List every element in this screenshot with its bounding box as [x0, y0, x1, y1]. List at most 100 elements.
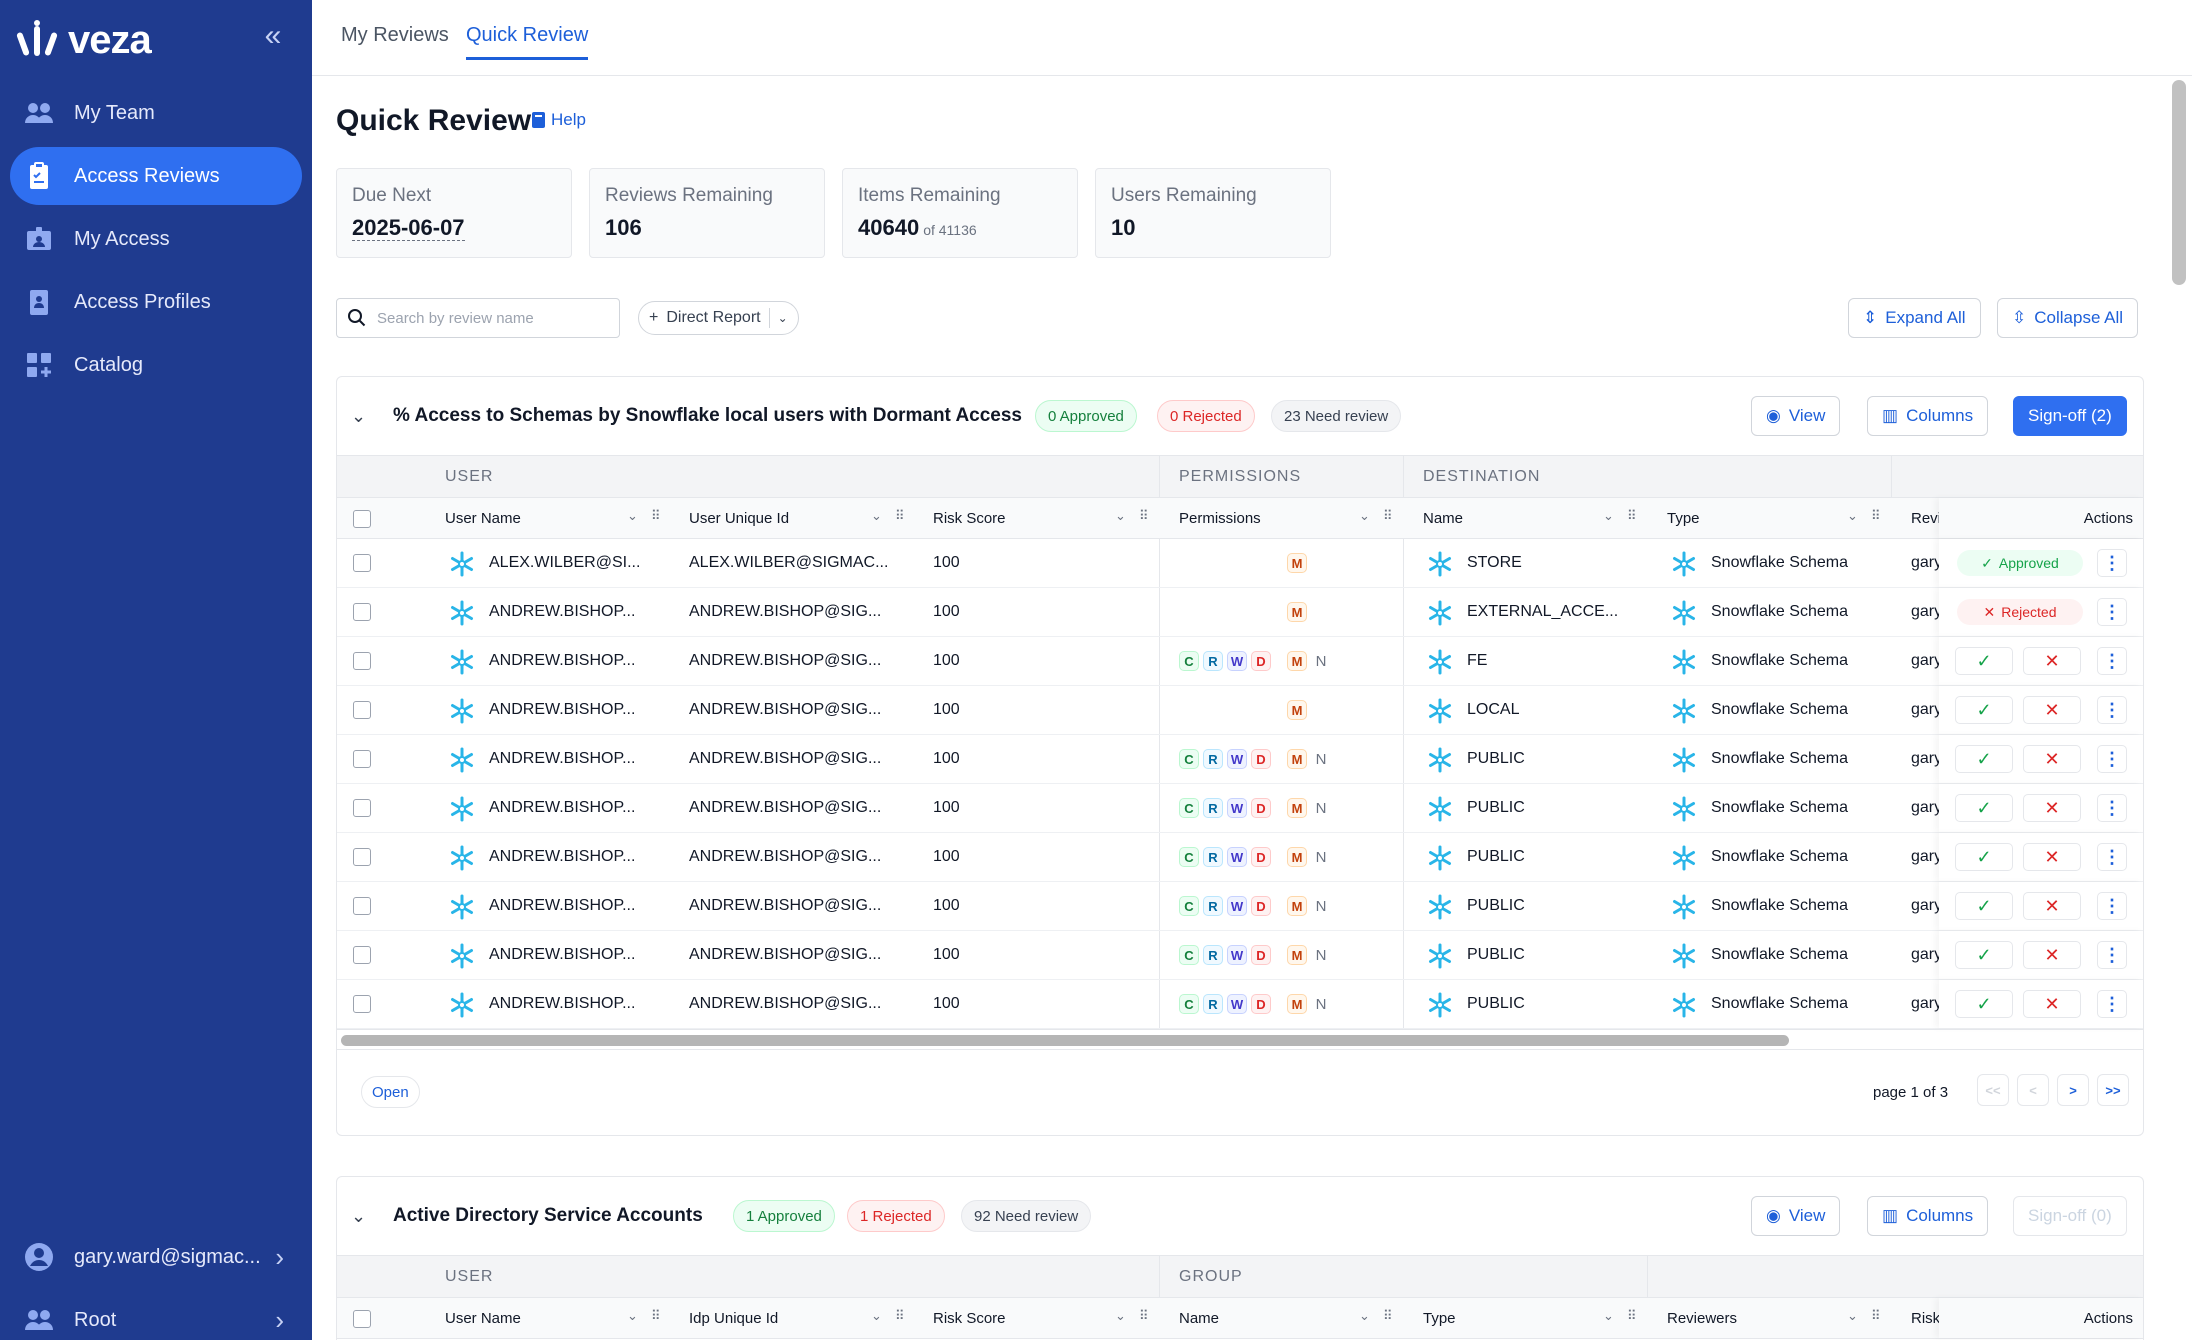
more-actions-icon[interactable]: ⋮: [2097, 696, 2127, 724]
rejected-count-badge[interactable]: 0 Rejected: [1157, 400, 1255, 432]
table-row[interactable]: ANDREW.BISHOP... ANDREW.BISHOP@SIG... 100 C…: [337, 637, 2143, 686]
destination-name-cell[interactable]: FE: [1467, 652, 1487, 670]
user-name-cell[interactable]: ANDREW.BISHOP...: [489, 799, 635, 817]
col-user-unique-id[interactable]: User Unique Id: [689, 510, 789, 527]
search-input[interactable]: [377, 309, 597, 327]
sort-chevron-icon[interactable]: ⌄: [1847, 508, 1858, 524]
reject-button[interactable]: ✕: [2023, 696, 2081, 724]
more-actions-icon[interactable]: ⋮: [2097, 941, 2127, 969]
help-link[interactable]: Help: [532, 110, 586, 130]
columns-button[interactable]: ▥ Columns: [1867, 1196, 1989, 1236]
view-button[interactable]: ◉ View: [1751, 396, 1841, 436]
col-type[interactable]: Type: [1667, 510, 1700, 527]
table-row[interactable]: ANDREW.BISHOP... ANDREW.BISHOP@SIG... 100 C…: [337, 784, 2143, 833]
row-checkbox[interactable]: [353, 946, 371, 964]
more-actions-icon[interactable]: ⋮: [2097, 843, 2127, 871]
more-actions-icon[interactable]: ⋮: [2097, 990, 2127, 1018]
page-scrollbar[interactable]: [2172, 80, 2186, 285]
more-actions-icon[interactable]: ⋮: [2097, 745, 2127, 773]
row-checkbox[interactable]: [353, 603, 371, 621]
destination-name-cell[interactable]: PUBLIC: [1467, 946, 1525, 964]
chevron-down-icon[interactable]: ⌄: [351, 1206, 366, 1227]
col-reviewers[interactable]: Reviewers: [1667, 1310, 1737, 1327]
need-review-badge[interactable]: 92 Need review: [961, 1200, 1092, 1232]
chevron-down-icon[interactable]: ⌄: [778, 311, 788, 325]
approve-button[interactable]: ✓: [1955, 794, 2013, 822]
user-name-cell[interactable]: ANDREW.BISHOP...: [489, 652, 635, 670]
columns-button[interactable]: ▥ Columns: [1867, 396, 1989, 436]
destination-name-cell[interactable]: LOCAL: [1467, 701, 1519, 719]
sort-chevron-icon[interactable]: ⌄: [1603, 1308, 1614, 1324]
sidebar-item-my-team[interactable]: My Team: [10, 84, 302, 142]
drag-handle-icon[interactable]: ⠿: [651, 1308, 661, 1324]
tab-my-reviews[interactable]: My Reviews: [341, 24, 449, 57]
sort-chevron-icon[interactable]: ⌄: [1847, 1308, 1858, 1324]
first-page-button[interactable]: <<: [1977, 1074, 2009, 1106]
col-name[interactable]: Name: [1179, 1310, 1219, 1327]
drag-handle-icon[interactable]: ⠿: [895, 1308, 905, 1324]
sort-chevron-icon[interactable]: ⌄: [1115, 508, 1126, 524]
drag-handle-icon[interactable]: ⠿: [1139, 1308, 1149, 1324]
user-name-cell[interactable]: ANDREW.BISHOP...: [489, 848, 635, 866]
row-checkbox[interactable]: [353, 554, 371, 572]
destination-name-cell[interactable]: PUBLIC: [1467, 995, 1525, 1013]
row-checkbox[interactable]: [353, 995, 371, 1013]
drag-handle-icon[interactable]: ⠿: [1871, 1308, 1881, 1324]
col-user-name[interactable]: User Name: [445, 1310, 521, 1327]
user-name-cell[interactable]: ANDREW.BISHOP...: [489, 897, 635, 915]
view-button[interactable]: ◉ View: [1751, 1196, 1841, 1236]
destination-name-cell[interactable]: PUBLIC: [1467, 848, 1525, 866]
user-menu[interactable]: gary.ward@sigmac... ›: [10, 1231, 302, 1283]
sidebar-item-my-access[interactable]: My Access: [10, 210, 302, 268]
col-user-name[interactable]: User Name: [445, 510, 521, 527]
col-type[interactable]: Type: [1423, 1310, 1456, 1327]
approved-count-badge[interactable]: 1 Approved: [733, 1200, 835, 1232]
destination-name-cell[interactable]: PUBLIC: [1467, 799, 1525, 817]
col-risk-score[interactable]: Risk Score: [933, 1310, 1006, 1327]
drag-handle-icon[interactable]: ⠿: [1139, 508, 1149, 524]
reject-button[interactable]: ✕: [2023, 745, 2081, 773]
row-checkbox[interactable]: [353, 652, 371, 670]
table-row[interactable]: ANDREW.BISHOP... ANDREW.BISHOP@SIG... 100 C…: [337, 735, 2143, 784]
table-row[interactable]: ALEX.WILBER@SI... ALEX.WILBER@SIGMAC... 10…: [337, 539, 2143, 588]
destination-name-cell[interactable]: EXTERNAL_ACCE...: [1467, 603, 1618, 621]
org-menu[interactable]: Root ›: [10, 1294, 302, 1340]
drag-handle-icon[interactable]: ⠿: [895, 508, 905, 524]
direct-report-filter[interactable]: + Direct Report ⌄: [638, 301, 799, 335]
drag-handle-icon[interactable]: ⠿: [1871, 508, 1881, 524]
approved-count-badge[interactable]: 0 Approved: [1035, 400, 1137, 432]
user-name-cell[interactable]: ALEX.WILBER@SI...: [489, 554, 640, 572]
col-reviewer[interactable]: Revi: [1911, 510, 1941, 527]
more-actions-icon[interactable]: ⋮: [2097, 892, 2127, 920]
next-page-button[interactable]: >: [2057, 1074, 2089, 1106]
approve-button[interactable]: ✓: [1955, 696, 2013, 724]
sidebar-item-access-profiles[interactable]: Access Profiles: [10, 273, 302, 331]
more-actions-icon[interactable]: ⋮: [2097, 794, 2127, 822]
tab-quick-review[interactable]: Quick Review: [466, 24, 589, 60]
sort-chevron-icon[interactable]: ⌄: [1359, 508, 1370, 524]
user-name-cell[interactable]: ANDREW.BISHOP...: [489, 603, 635, 621]
collapse-sidebar-icon[interactable]: «: [258, 20, 288, 54]
col-risk[interactable]: Risk: [1911, 1310, 1940, 1327]
reject-button[interactable]: ✕: [2023, 941, 2081, 969]
row-checkbox[interactable]: [353, 799, 371, 817]
col-name[interactable]: Name: [1423, 510, 1463, 527]
approve-button[interactable]: ✓: [1955, 941, 2013, 969]
rejected-count-badge[interactable]: 1 Rejected: [847, 1200, 945, 1232]
col-idp-unique-id[interactable]: Idp Unique Id: [689, 1310, 778, 1327]
col-permissions[interactable]: Permissions: [1179, 510, 1261, 527]
sidebar-item-catalog[interactable]: Catalog: [10, 336, 302, 394]
select-all-checkbox[interactable]: [353, 1310, 371, 1328]
collapse-all-button[interactable]: ⇳ Collapse All: [1997, 298, 2139, 338]
approve-button[interactable]: ✓: [1955, 843, 2013, 871]
drag-handle-icon[interactable]: ⠿: [1383, 1308, 1393, 1324]
destination-name-cell[interactable]: PUBLIC: [1467, 897, 1525, 915]
sort-chevron-icon[interactable]: ⌄: [871, 1308, 882, 1324]
prev-page-button[interactable]: <: [2017, 1074, 2049, 1106]
drag-handle-icon[interactable]: ⠿: [651, 508, 661, 524]
sort-chevron-icon[interactable]: ⌄: [627, 508, 638, 524]
sort-chevron-icon[interactable]: ⌄: [627, 1308, 638, 1324]
approve-button[interactable]: ✓: [1955, 745, 2013, 773]
last-page-button[interactable]: >>: [2097, 1074, 2129, 1106]
user-name-cell[interactable]: ANDREW.BISHOP...: [489, 750, 635, 768]
